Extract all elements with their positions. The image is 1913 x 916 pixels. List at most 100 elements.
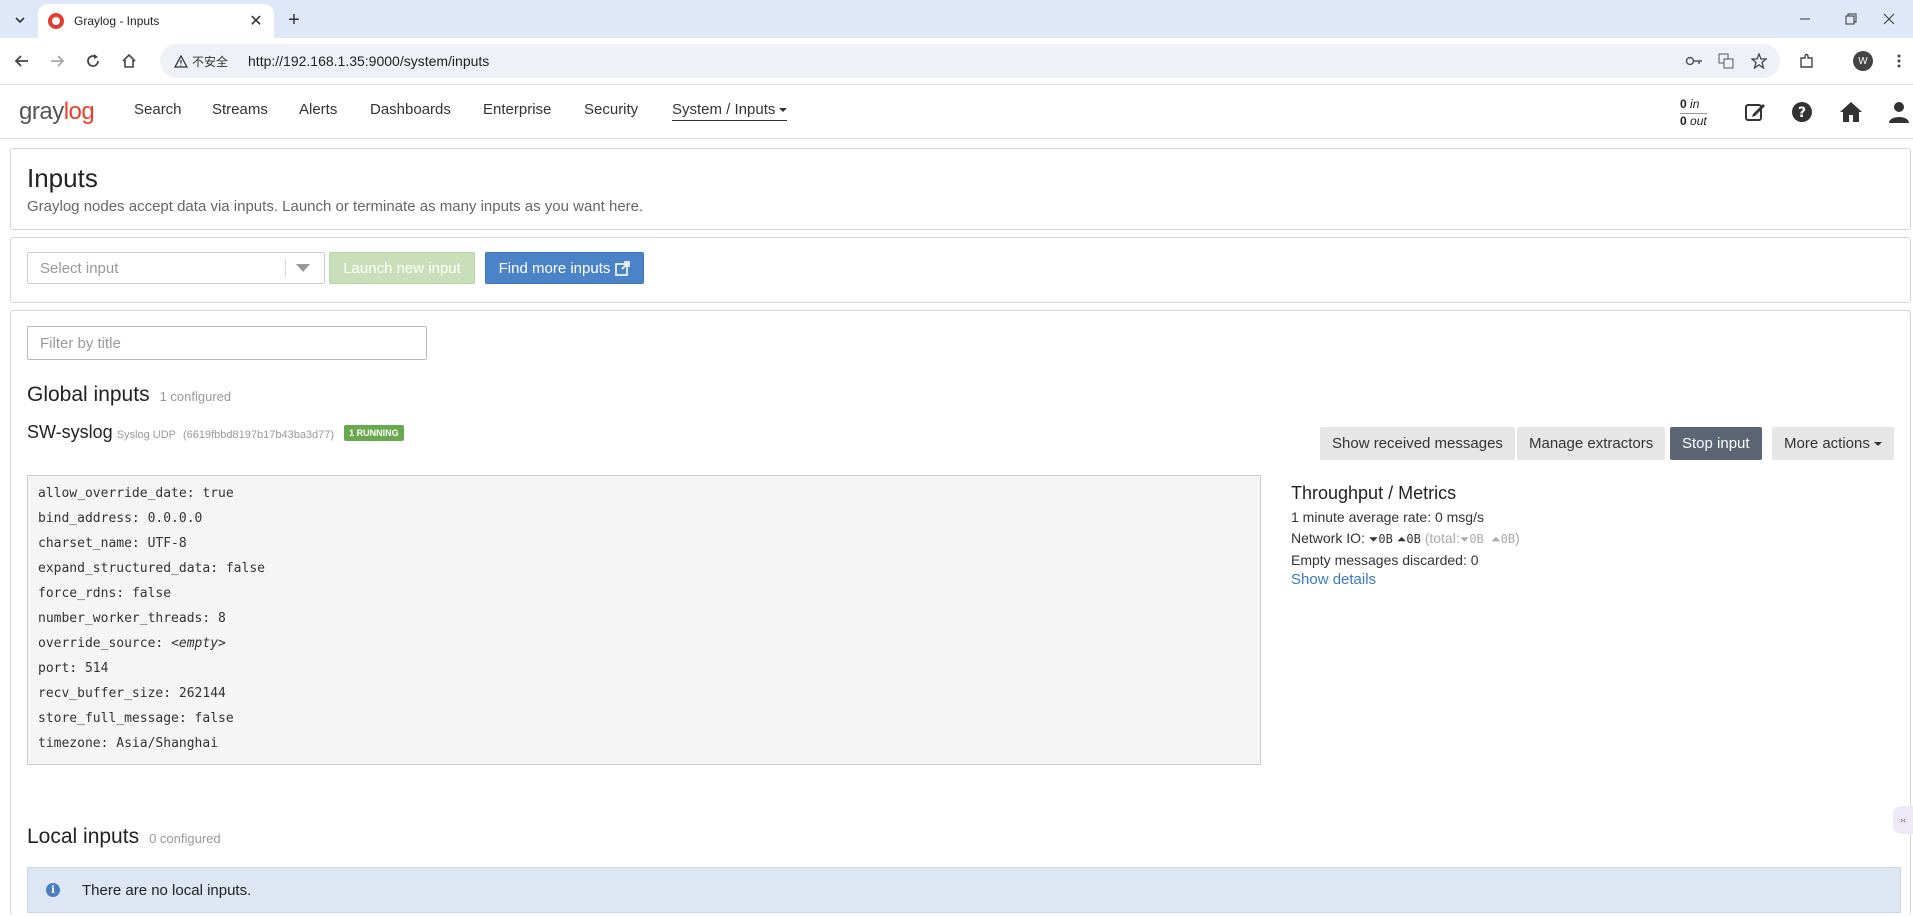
- input-type: Syslog UDP: [116, 429, 176, 441]
- throughput-indicator[interactable]: 0 in 0 out: [1680, 97, 1707, 129]
- browser-tab-active[interactable]: Graylog - Inputs ✕: [38, 4, 274, 38]
- back-button[interactable]: [7, 46, 37, 76]
- global-inputs-title: Global inputs: [27, 383, 150, 406]
- global-inputs-count: 1 configured: [159, 389, 232, 404]
- local-inputs-count: 0 configured: [149, 831, 221, 846]
- new-tab-button[interactable]: +: [282, 8, 306, 32]
- stop-input-button[interactable]: Stop input: [1670, 427, 1762, 460]
- inputs-list-panel: Filter by title Global inputs 1 configure…: [10, 310, 1911, 915]
- minimize-button[interactable]: [1782, 4, 1828, 34]
- graylog-navbar: graylog Search Streams Alerts Dashboards…: [0, 85, 1913, 139]
- metrics-title: Throughput / Metrics: [1291, 483, 1457, 503]
- graylog-logo[interactable]: graylog: [19, 98, 95, 126]
- config-line: bind_address: 0.0.0.0: [38, 511, 203, 526]
- browser-menu-icon[interactable]: [1887, 49, 1911, 73]
- reload-icon: [87, 54, 99, 67]
- select-placeholder: Select input: [40, 259, 119, 277]
- config-line: timezone: Asia/Shanghai: [38, 736, 219, 751]
- external-link-icon: [615, 260, 631, 276]
- warning-triangle-icon: [174, 54, 188, 68]
- local-inputs-heading: Local inputs 0 configured: [27, 825, 221, 849]
- security-indicator[interactable]: 不安全: [168, 49, 236, 73]
- nav-system-inputs[interactable]: System / Inputs: [672, 101, 788, 121]
- caret-down-icon: ⏷: [1368, 532, 1379, 546]
- page-description: Graylog nodes accept data via inputs. La…: [27, 198, 644, 215]
- select-divider: [285, 258, 286, 278]
- chevron-down-icon: [15, 17, 25, 24]
- home-button[interactable]: [114, 46, 144, 76]
- nav-dashboards[interactable]: Dashboards: [370, 101, 451, 118]
- tab-search-button[interactable]: [8, 8, 32, 32]
- show-details-link[interactable]: Show details: [1291, 571, 1851, 588]
- graylog-favicon-icon: [48, 13, 64, 29]
- help-icon[interactable]: ?: [1790, 100, 1814, 124]
- find-more-label: Find more inputs: [498, 259, 611, 277]
- io-total: (total:⏷0B ⏶0B): [1424, 530, 1520, 546]
- network-io: Network IO: ⏷0B ⏶0B (total:⏷0B ⏶0B): [1291, 530, 1851, 547]
- no-local-inputs-message: There are no local inputs.: [82, 881, 252, 899]
- config-line: number_worker_threads: 8: [38, 611, 226, 626]
- throughput-in-value: 0: [1680, 97, 1687, 111]
- browser-toolbar: 不安全 http://192.168.1.35:9000/system/inpu…: [0, 38, 1913, 85]
- throughput-out-label: out: [1690, 114, 1707, 128]
- scratchpad-edit-icon[interactable]: [1743, 100, 1767, 124]
- show-received-messages-button[interactable]: Show received messages: [1320, 427, 1515, 460]
- caret-down-icon: [1873, 441, 1882, 446]
- extensions-puzzle-icon[interactable]: [1795, 49, 1819, 73]
- config-line: port: 514: [38, 661, 109, 676]
- browser-tabstrip: Graylog - Inputs ✕ +: [0, 0, 1913, 38]
- nav-security[interactable]: Security: [584, 101, 638, 118]
- throughput-out-value: 0: [1680, 114, 1687, 128]
- profile-avatar[interactable]: W: [1853, 51, 1873, 71]
- reload-button[interactable]: [78, 46, 108, 76]
- more-actions-button[interactable]: More actions: [1772, 427, 1894, 460]
- filter-by-title-input[interactable]: Filter by title: [27, 326, 427, 360]
- minimize-icon: [1800, 18, 1810, 20]
- io-in-value: ⏷0B: [1368, 532, 1393, 546]
- translate-icon[interactable]: [1714, 49, 1738, 73]
- input-header: SW-syslog Syslog UDP (6619fbbd8197b17b43…: [27, 422, 404, 443]
- config-line: override_source: <empty>: [38, 636, 226, 651]
- throughput-metrics: Throughput / Metrics 1 minute average ra…: [1291, 475, 1851, 588]
- svg-text:?: ?: [1798, 105, 1806, 121]
- insecure-label: 不安全: [192, 54, 229, 69]
- io-out-value: ⏶0B: [1396, 532, 1421, 546]
- empty-messages-discarded: Empty messages discarded: 0: [1291, 552, 1479, 568]
- config-line: recv_buffer_size: 262144: [38, 686, 226, 701]
- user-icon[interactable]: [1887, 100, 1911, 124]
- status-badge: 1 RUNNING: [344, 425, 404, 441]
- local-inputs-title: Local inputs: [27, 825, 140, 848]
- home-outline-icon: [122, 53, 136, 68]
- forward-button[interactable]: [42, 46, 72, 76]
- nav-alerts[interactable]: Alerts: [299, 101, 337, 118]
- nav-enterprise[interactable]: Enterprise: [483, 101, 551, 118]
- info-icon: i: [46, 883, 60, 897]
- bookmark-star-icon[interactable]: [1747, 49, 1771, 73]
- config-line: force_rdns: false: [38, 586, 172, 601]
- address-bar[interactable]: 不安全 http://192.168.1.35:9000/system/inpu…: [160, 44, 1780, 78]
- input-id: (6619fbbd8197b17b43ba3d77): [182, 429, 335, 441]
- nav-system-label: System / Inputs: [672, 101, 776, 118]
- tab-title: Graylog - Inputs: [74, 14, 160, 28]
- no-local-inputs-alert: i There are no local inputs.: [27, 867, 1901, 913]
- password-key-icon[interactable]: [1682, 49, 1706, 73]
- home-icon[interactable]: [1839, 100, 1863, 124]
- caret-down-icon: [779, 108, 788, 113]
- restore-icon: [1845, 13, 1857, 25]
- launch-new-input-button[interactable]: Launch new input: [329, 252, 475, 284]
- manage-extractors-button[interactable]: Manage extractors: [1517, 427, 1666, 460]
- forward-arrow-icon: [51, 55, 65, 67]
- input-type-select[interactable]: Select input: [27, 252, 325, 284]
- close-icon: [1883, 13, 1895, 25]
- side-panel-handle[interactable]: ›‹: [1893, 806, 1913, 834]
- nav-streams[interactable]: Streams: [212, 101, 268, 118]
- page-title: Inputs: [27, 163, 98, 193]
- find-more-inputs-button[interactable]: Find more inputs: [485, 252, 644, 284]
- avg-rate: 1 minute average rate: 0 msg/s: [1291, 509, 1484, 525]
- nav-search[interactable]: Search: [134, 101, 182, 118]
- close-window-button[interactable]: [1866, 4, 1912, 34]
- config-line: allow_override_date: true: [38, 486, 234, 501]
- close-tab-icon[interactable]: ✕: [246, 11, 266, 31]
- global-inputs-heading: Global inputs 1 configured: [27, 383, 231, 407]
- throughput-in-label: in: [1690, 97, 1700, 111]
